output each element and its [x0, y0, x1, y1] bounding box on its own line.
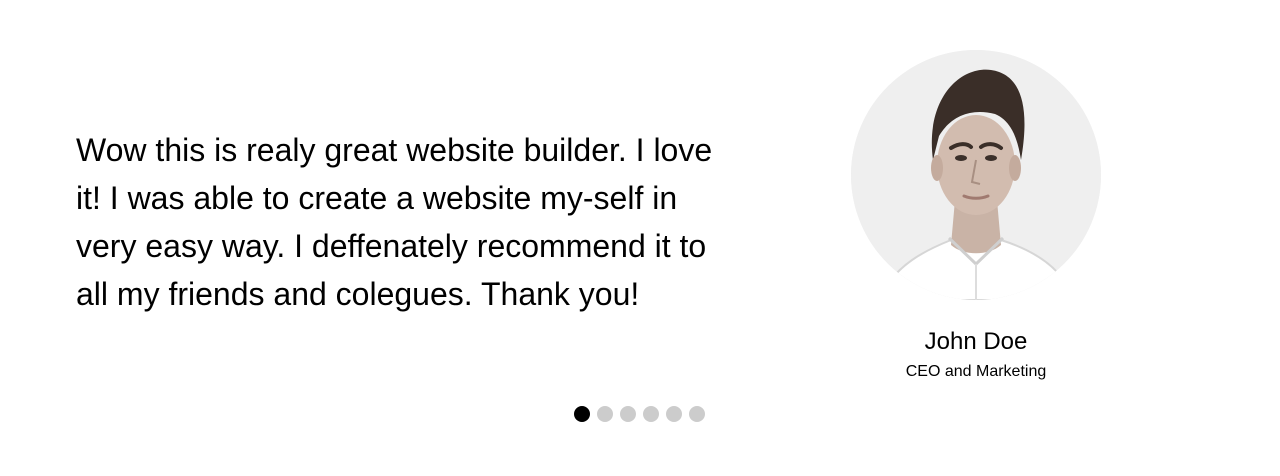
carousel-dot-3[interactable] [620, 406, 636, 422]
person-portrait-icon [851, 50, 1101, 300]
carousel-dot-4[interactable] [643, 406, 659, 422]
author-role: CEO and Marketing [905, 363, 1047, 380]
carousel-dot-1[interactable] [574, 406, 590, 422]
carousel-dot-5[interactable] [666, 406, 682, 422]
testimonial-quote: Wow this is realy great website builder.… [76, 132, 713, 312]
author-name: John Doe [924, 328, 1028, 355]
carousel-dot-2[interactable] [597, 406, 613, 422]
carousel-pagination [574, 406, 705, 424]
author-avatar [851, 50, 1101, 300]
carousel-dot-6[interactable] [689, 406, 705, 422]
